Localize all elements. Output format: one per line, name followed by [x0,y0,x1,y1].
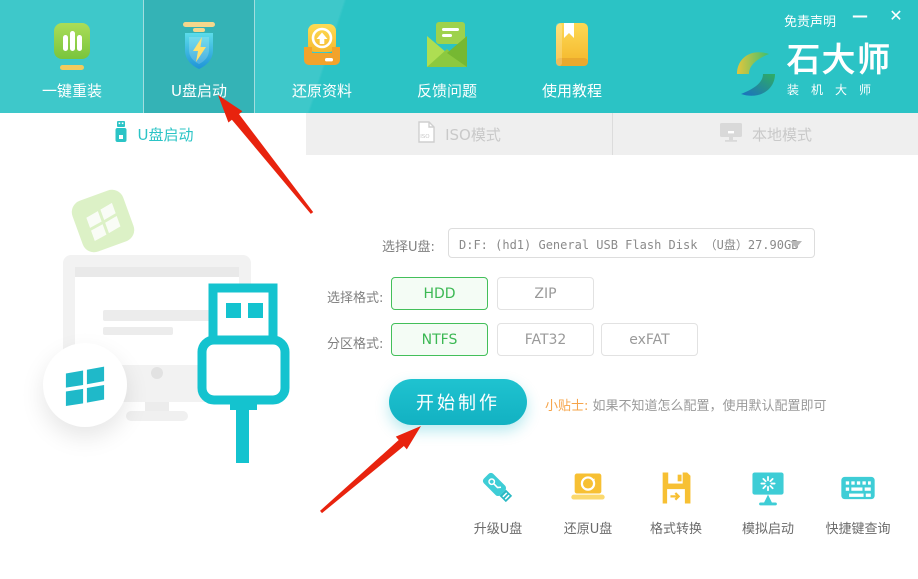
nav-item-reinstall[interactable]: 一键重装 [17,0,127,113]
close-button[interactable]: ✕ [884,6,908,25]
partition-option-fat32[interactable]: FAT32 [497,323,594,356]
annotation-arrow-start [320,426,421,513]
windows-tile-illustration [68,186,137,255]
nav-item-usb-boot[interactable]: U盘启动 [143,0,255,113]
chart-bars-icon [48,20,96,76]
tab-label: 本地模式 [752,124,812,145]
nav-item-label: 还原资料 [292,80,352,101]
tool-label: 升级U盘 [453,518,543,537]
monitor-icon [719,121,743,147]
chevron-down-icon [790,241,802,248]
nav-item-restore-data[interactable]: 还原资料 [267,0,377,113]
iso-file-icon: ISO [417,120,436,148]
partition-label: 分区格式: [327,333,383,352]
usb-select[interactable]: D:F: (hd1) General USB Flash Disk （U盘）27… [448,228,815,258]
start-create-button[interactable]: 开始制作 [389,379,527,425]
partition-option-exfat[interactable]: exFAT [601,323,698,356]
usb-drive-icon [113,120,129,148]
tip-text: 如果不知道怎么配置，使用默认配置即可 [593,399,827,414]
tool-upgrade-usb[interactable]: 升级U盘 [453,468,543,537]
tab-label: ISO模式 [445,124,501,145]
nav-item-tutorial[interactable]: 使用教程 [517,0,627,113]
nav-item-label: 反馈问题 [417,80,477,101]
usb-plug-illustration [195,280,295,470]
usb-select-label: 选择U盘: [382,236,435,255]
tab-iso-mode[interactable]: ISO ISO模式 [306,113,612,155]
windows-logo-badge [43,343,127,427]
tip-text-row: 小贴士: 如果不知道怎么配置，使用默认配置即可 [545,395,827,414]
disclaimer-link[interactable]: 免责声明 [784,11,836,30]
svg-text:ISO: ISO [420,134,430,140]
brand-logo-icon [733,42,779,108]
mode-tabbar: U盘启动 ISO ISO模式 本地模式 [0,113,918,155]
mail-icon [423,20,471,76]
tool-simulate-boot[interactable]: 模拟启动 [723,468,813,537]
tool-label: 快捷键查询 [813,518,903,537]
brand-logo: 石大师 装机大师 [733,42,892,108]
tool-hotkey-lookup[interactable]: 快捷键查询 [813,468,903,537]
nav-item-label: 使用教程 [542,80,602,101]
brand-name: 石大师 [787,42,892,78]
format-label: 选择格式: [327,287,383,306]
usb-upgrade-icon [478,493,518,512]
format-option-zip[interactable]: ZIP [497,277,594,310]
tool-label: 模拟启动 [723,518,813,537]
tab-usb-boot[interactable]: U盘启动 [0,113,306,155]
nav-item-feedback[interactable]: 反馈问题 [392,0,502,113]
tip-label: 小贴士: [545,399,588,414]
tool-label: 还原U盘 [543,518,633,537]
nav-item-label: U盘启动 [171,80,227,101]
partition-option-ntfs[interactable]: NTFS [391,323,488,356]
tab-label: U盘启动 [138,124,194,145]
restore-tray-icon [298,20,346,76]
minimize-button[interactable]: — [848,6,872,25]
header-bar: 一键重装 U盘启动 [0,0,918,113]
tool-format-convert[interactable]: 格式转换 [631,468,721,537]
floppy-convert-icon [656,493,696,512]
usb-shield-icon [175,20,223,76]
tool-label: 格式转换 [631,518,721,537]
brand-tagline: 装机大师 [787,81,892,98]
app-window: 一键重装 U盘启动 [0,0,918,579]
nav-item-label: 一键重装 [42,80,102,101]
keyboard-icon [838,493,878,512]
book-icon [548,20,596,76]
laptop-restore-icon [568,493,608,512]
usb-select-value: D:F: (hd1) General USB Flash Disk （U盘）27… [459,236,798,253]
format-option-hdd[interactable]: HDD [391,277,488,310]
tab-local-mode[interactable]: 本地模式 [612,113,918,155]
monitor-boot-icon [748,493,788,512]
tool-restore-usb[interactable]: 还原U盘 [543,468,633,537]
